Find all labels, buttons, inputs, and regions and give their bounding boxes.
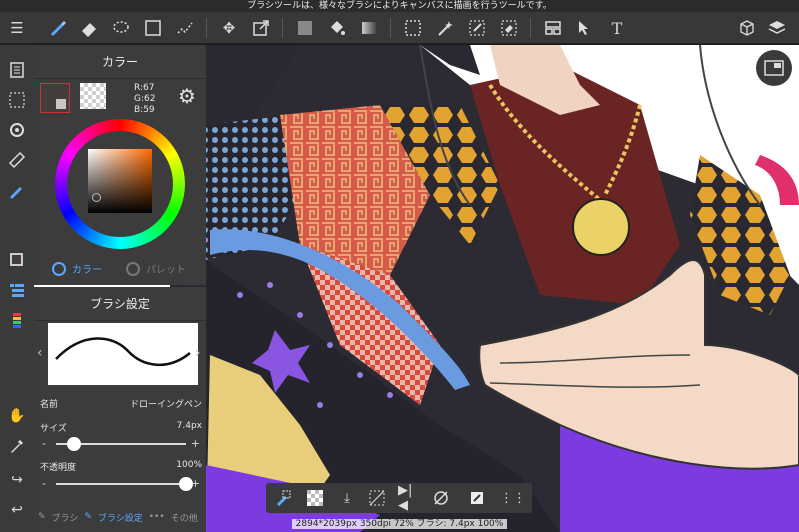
main-color-swatch[interactable] bbox=[40, 83, 70, 113]
opacity-plus-button[interactable]: + bbox=[191, 477, 200, 490]
select-dotted-icon[interactable] bbox=[400, 15, 426, 41]
gear-icon[interactable]: ⚙ bbox=[176, 85, 198, 107]
operation-icon[interactable] bbox=[572, 15, 598, 41]
color-swatch-icon[interactable] bbox=[4, 247, 30, 273]
redo-icon[interactable]: ↪ bbox=[4, 467, 30, 493]
hue-wheel[interactable] bbox=[55, 119, 185, 249]
rgb-readout: R:67 G:62 B:59 bbox=[134, 83, 155, 116]
size-label: サイズ bbox=[40, 424, 67, 434]
lasso-fill-icon[interactable] bbox=[108, 15, 134, 41]
size-slider[interactable]: - + bbox=[42, 437, 200, 451]
b-value: B:59 bbox=[134, 105, 155, 115]
layer-list-icon[interactable] bbox=[4, 277, 30, 303]
brush-settings-panel: ブラシ設定 ‹ › 名前 ドローイングペン サイズ 7.4px - + 不透明度… bbox=[34, 287, 206, 532]
more-dots-icon[interactable]: ⋮⋮ bbox=[500, 487, 526, 509]
left-toolbar: ✋ ↪ ↩ bbox=[0, 45, 34, 532]
brush-name-row[interactable]: 名前 ドローイングペン bbox=[40, 397, 202, 410]
name-value: ドローイングペン bbox=[129, 400, 202, 410]
tooltip-bar: ブラシツールは、様々なブラシによりキャンバスに描画を行うツールです。 bbox=[0, 0, 799, 12]
palette-stack-icon[interactable] bbox=[4, 307, 30, 333]
color-cursor[interactable] bbox=[92, 193, 101, 202]
eraser-icon[interactable] bbox=[76, 15, 102, 41]
opacity-row: 不透明度 100% bbox=[40, 460, 202, 473]
text-icon[interactable]: T bbox=[604, 15, 630, 41]
select-eraser-icon[interactable] bbox=[496, 15, 522, 41]
color-tabs: カラー パレット bbox=[34, 255, 206, 285]
brush-icon[interactable] bbox=[44, 15, 70, 41]
eyedropper-icon[interactable] bbox=[4, 433, 30, 459]
gradient-icon[interactable] bbox=[356, 15, 382, 41]
color-panel: カラー R:67 G:62 B:59 ⚙ カラー パレット bbox=[34, 45, 206, 285]
import-icon[interactable]: ⤓ bbox=[336, 487, 358, 509]
page-icon[interactable] bbox=[4, 57, 30, 83]
tab-color[interactable]: カラー bbox=[52, 261, 102, 276]
color-tab-icon bbox=[52, 261, 66, 276]
stroke-preview bbox=[48, 323, 198, 385]
top-toolbar: ☰ ✥ T bbox=[0, 12, 799, 44]
size-row: サイズ 7.4px bbox=[40, 421, 202, 434]
move-icon[interactable]: ✥ bbox=[216, 15, 242, 41]
status-text: 2894*2039px 350dpi 72% ブラシ: 7.4px 100% bbox=[291, 519, 508, 529]
transparent-color-icon[interactable] bbox=[304, 487, 326, 509]
size-slider-knob[interactable] bbox=[67, 437, 82, 451]
opacity-minus-button[interactable]: - bbox=[42, 477, 46, 490]
tab-palette[interactable]: パレット bbox=[126, 261, 186, 276]
chevron-right-icon[interactable]: › bbox=[195, 345, 201, 361]
palette-tab-icon bbox=[126, 261, 140, 276]
select-pen-icon[interactable] bbox=[172, 15, 198, 41]
layers-icon[interactable] bbox=[764, 15, 790, 41]
material-icon[interactable] bbox=[734, 15, 760, 41]
size-minus-button[interactable]: - bbox=[42, 437, 46, 450]
selection-icon[interactable] bbox=[4, 87, 30, 113]
opacity-value: 100% bbox=[176, 460, 202, 470]
brush-setting-icon[interactable] bbox=[4, 177, 30, 203]
app-window: ブラシツールは、様々なブラシによりキャンバスに描画を行うツールです。 ☰ ✥ T bbox=[0, 0, 799, 532]
panel-layout-icon[interactable] bbox=[540, 15, 566, 41]
hand-icon[interactable]: ✋ bbox=[4, 403, 30, 429]
view-toggle-button[interactable] bbox=[756, 50, 792, 86]
r-value: R:67 bbox=[134, 83, 155, 93]
g-value: G:62 bbox=[134, 94, 156, 104]
rotate-reset-icon[interactable] bbox=[430, 487, 452, 509]
magic-wand-icon[interactable] bbox=[432, 15, 458, 41]
flip-icon[interactable]: ▶|◀ bbox=[398, 483, 420, 513]
deselect-icon[interactable] bbox=[366, 487, 388, 509]
opacity-slider[interactable]: - + bbox=[42, 477, 200, 491]
size-plus-button[interactable]: + bbox=[191, 437, 200, 450]
saturation-value-square[interactable] bbox=[88, 149, 152, 213]
select-pen-tool-icon[interactable] bbox=[464, 15, 490, 41]
fit-screen-icon[interactable] bbox=[466, 487, 488, 509]
sub-color-swatch[interactable] bbox=[80, 83, 106, 109]
transform-icon[interactable] bbox=[248, 15, 274, 41]
chevron-left-icon[interactable]: ‹ bbox=[37, 345, 43, 361]
ruler-icon[interactable] bbox=[4, 147, 30, 173]
size-value: 7.4px bbox=[176, 421, 202, 431]
brush-panel-title: ブラシ設定 bbox=[34, 287, 206, 321]
brush-snap-icon[interactable] bbox=[272, 487, 294, 509]
color-panel-title: カラー bbox=[34, 45, 206, 79]
opacity-label: 不透明度 bbox=[40, 463, 77, 473]
bucket-icon[interactable] bbox=[324, 15, 350, 41]
rect-select-icon[interactable] bbox=[140, 15, 166, 41]
snap-icon[interactable] bbox=[4, 117, 30, 143]
canvas-quickbar: ⤓ ▶|◀ ⋮⋮ bbox=[266, 483, 532, 513]
status-bar: 2894*2039px 350dpi 72% ブラシ: 7.4px 100% bbox=[0, 517, 799, 532]
menu-icon[interactable]: ☰ bbox=[4, 15, 30, 41]
fill-color-icon[interactable] bbox=[292, 15, 318, 41]
name-label: 名前 bbox=[40, 400, 59, 410]
